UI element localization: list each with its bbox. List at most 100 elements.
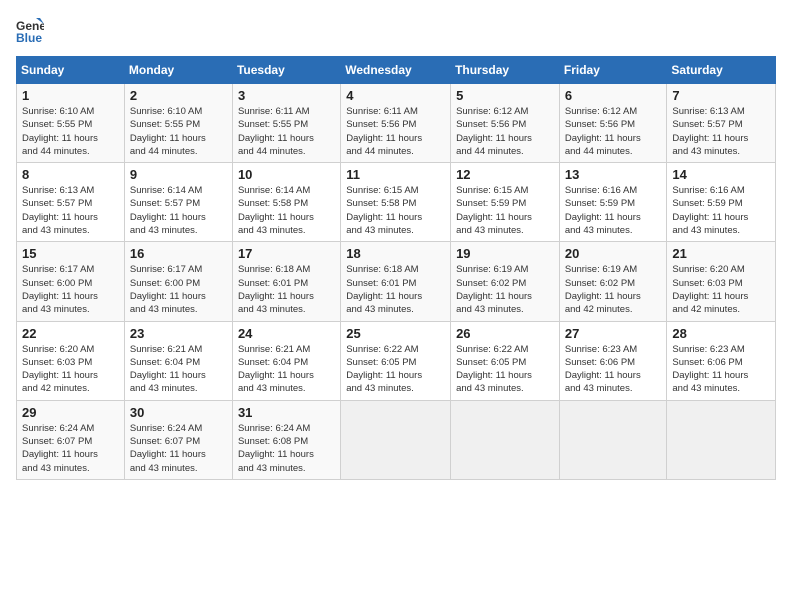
- day-number: 23: [130, 326, 227, 341]
- page-header: General Blue: [16, 16, 776, 44]
- calendar-cell: 20 Sunrise: 6:19 AM Sunset: 6:02 PM Dayli…: [559, 242, 667, 321]
- day-info: Sunrise: 6:15 AM Sunset: 5:58 PM Dayligh…: [346, 184, 445, 237]
- col-header-tuesday: Tuesday: [232, 57, 340, 84]
- col-header-wednesday: Wednesday: [341, 57, 451, 84]
- calendar-cell: 7 Sunrise: 6:13 AM Sunset: 5:57 PM Daylig…: [667, 84, 776, 163]
- day-info: Sunrise: 6:10 AM Sunset: 5:55 PM Dayligh…: [130, 105, 227, 158]
- calendar-cell: 30Sunrise: 6:24 AM Sunset: 6:07 PM Dayli…: [124, 400, 232, 479]
- day-info: Sunrise: 6:19 AM Sunset: 6:02 PM Dayligh…: [456, 263, 554, 316]
- day-info: Sunrise: 6:18 AM Sunset: 6:01 PM Dayligh…: [346, 263, 445, 316]
- day-info: Sunrise: 6:16 AM Sunset: 5:59 PM Dayligh…: [565, 184, 662, 237]
- day-number: 14: [672, 167, 770, 182]
- day-info: Sunrise: 6:19 AM Sunset: 6:02 PM Dayligh…: [565, 263, 662, 316]
- calendar-table: SundayMondayTuesdayWednesdayThursdayFrid…: [16, 56, 776, 480]
- calendar-week-3: 15 Sunrise: 6:17 AM Sunset: 6:00 PM Dayli…: [17, 242, 776, 321]
- logo-icon: General Blue: [16, 16, 44, 44]
- day-info: Sunrise: 6:16 AM Sunset: 5:59 PM Dayligh…: [672, 184, 770, 237]
- col-header-saturday: Saturday: [667, 57, 776, 84]
- day-number: 22: [22, 326, 119, 341]
- day-info: Sunrise: 6:18 AM Sunset: 6:01 PM Dayligh…: [238, 263, 335, 316]
- day-info: Sunrise: 6:12 AM Sunset: 5:56 PM Dayligh…: [456, 105, 554, 158]
- day-info: Sunrise: 6:22 AM Sunset: 6:05 PM Dayligh…: [456, 343, 554, 396]
- day-number: 4: [346, 88, 445, 103]
- day-number: 26: [456, 326, 554, 341]
- day-number: 7: [672, 88, 770, 103]
- calendar-cell: 8 Sunrise: 6:13 AM Sunset: 5:57 PM Daylig…: [17, 163, 125, 242]
- calendar-cell: 11 Sunrise: 6:15 AM Sunset: 5:58 PM Dayli…: [341, 163, 451, 242]
- calendar-cell: 2 Sunrise: 6:10 AM Sunset: 5:55 PM Daylig…: [124, 84, 232, 163]
- day-number: 31: [238, 405, 335, 420]
- day-info: Sunrise: 6:12 AM Sunset: 5:56 PM Dayligh…: [565, 105, 662, 158]
- calendar-cell: [559, 400, 667, 479]
- day-number: 27: [565, 326, 662, 341]
- day-info: Sunrise: 6:11 AM Sunset: 5:56 PM Dayligh…: [346, 105, 445, 158]
- day-number: 20: [565, 246, 662, 261]
- calendar-cell: 22 Sunrise: 6:20 AM Sunset: 6:03 PM Dayli…: [17, 321, 125, 400]
- day-number: 10: [238, 167, 335, 182]
- day-number: 12: [456, 167, 554, 182]
- calendar-cell: 10 Sunrise: 6:14 AM Sunset: 5:58 PM Dayli…: [232, 163, 340, 242]
- calendar-cell: 4 Sunrise: 6:11 AM Sunset: 5:56 PM Daylig…: [341, 84, 451, 163]
- day-number: 18: [346, 246, 445, 261]
- calendar-cell: 13 Sunrise: 6:16 AM Sunset: 5:59 PM Dayli…: [559, 163, 667, 242]
- logo: General Blue: [16, 16, 48, 44]
- calendar-cell: 9 Sunrise: 6:14 AM Sunset: 5:57 PM Daylig…: [124, 163, 232, 242]
- day-info: Sunrise: 6:11 AM Sunset: 5:55 PM Dayligh…: [238, 105, 335, 158]
- day-number: 9: [130, 167, 227, 182]
- calendar-cell: 25 Sunrise: 6:22 AM Sunset: 6:05 PM Dayli…: [341, 321, 451, 400]
- calendar-cell: 24Sunrise: 6:21 AM Sunset: 6:04 PM Dayli…: [232, 321, 340, 400]
- day-info: Sunrise: 6:13 AM Sunset: 5:57 PM Dayligh…: [672, 105, 770, 158]
- day-number: 29: [22, 405, 119, 420]
- calendar-cell: [451, 400, 560, 479]
- day-info: Sunrise: 6:20 AM Sunset: 6:03 PM Dayligh…: [22, 343, 119, 396]
- day-info: Sunrise: 6:22 AM Sunset: 6:05 PM Dayligh…: [346, 343, 445, 396]
- col-header-sunday: Sunday: [17, 57, 125, 84]
- day-number: 1: [22, 88, 119, 103]
- day-number: 25: [346, 326, 445, 341]
- col-header-thursday: Thursday: [451, 57, 560, 84]
- day-info: Sunrise: 6:21 AM Sunset: 6:04 PM Dayligh…: [130, 343, 227, 396]
- calendar-week-1: 1 Sunrise: 6:10 AM Sunset: 5:55 PM Daylig…: [17, 84, 776, 163]
- day-info: Sunrise: 6:17 AM Sunset: 6:00 PM Dayligh…: [130, 263, 227, 316]
- day-number: 11: [346, 167, 445, 182]
- day-number: 30: [130, 405, 227, 420]
- day-info: Sunrise: 6:24 AM Sunset: 6:07 PM Dayligh…: [22, 422, 119, 475]
- calendar-cell: 1 Sunrise: 6:10 AM Sunset: 5:55 PM Daylig…: [17, 84, 125, 163]
- calendar-cell: 3 Sunrise: 6:11 AM Sunset: 5:55 PM Daylig…: [232, 84, 340, 163]
- day-number: 2: [130, 88, 227, 103]
- day-info: Sunrise: 6:10 AM Sunset: 5:55 PM Dayligh…: [22, 105, 119, 158]
- day-info: Sunrise: 6:24 AM Sunset: 6:08 PM Dayligh…: [238, 422, 335, 475]
- calendar-cell: 19Sunrise: 6:19 AM Sunset: 6:02 PM Dayli…: [451, 242, 560, 321]
- calendar-cell: 23 Sunrise: 6:21 AM Sunset: 6:04 PM Dayli…: [124, 321, 232, 400]
- calendar-cell: 6 Sunrise: 6:12 AM Sunset: 5:56 PM Daylig…: [559, 84, 667, 163]
- col-header-monday: Monday: [124, 57, 232, 84]
- day-number: 6: [565, 88, 662, 103]
- calendar-week-5: 29 Sunrise: 6:24 AM Sunset: 6:07 PM Dayli…: [17, 400, 776, 479]
- calendar-cell: 16 Sunrise: 6:17 AM Sunset: 6:00 PM Dayli…: [124, 242, 232, 321]
- day-number: 8: [22, 167, 119, 182]
- day-info: Sunrise: 6:14 AM Sunset: 5:58 PM Dayligh…: [238, 184, 335, 237]
- day-info: Sunrise: 6:20 AM Sunset: 6:03 PM Dayligh…: [672, 263, 770, 316]
- calendar-cell: 15 Sunrise: 6:17 AM Sunset: 6:00 PM Dayli…: [17, 242, 125, 321]
- day-number: 16: [130, 246, 227, 261]
- calendar-week-2: 8 Sunrise: 6:13 AM Sunset: 5:57 PM Daylig…: [17, 163, 776, 242]
- day-number: 15: [22, 246, 119, 261]
- calendar-cell: 31 Sunrise: 6:24 AM Sunset: 6:08 PM Dayli…: [232, 400, 340, 479]
- calendar-cell: 27 Sunrise: 6:23 AM Sunset: 6:06 PM Dayli…: [559, 321, 667, 400]
- day-info: Sunrise: 6:17 AM Sunset: 6:00 PM Dayligh…: [22, 263, 119, 316]
- day-number: 24: [238, 326, 335, 341]
- calendar-week-4: 22 Sunrise: 6:20 AM Sunset: 6:03 PM Dayli…: [17, 321, 776, 400]
- day-info: Sunrise: 6:14 AM Sunset: 5:57 PM Dayligh…: [130, 184, 227, 237]
- day-info: Sunrise: 6:13 AM Sunset: 5:57 PM Dayligh…: [22, 184, 119, 237]
- day-number: 17: [238, 246, 335, 261]
- day-info: Sunrise: 6:15 AM Sunset: 5:59 PM Dayligh…: [456, 184, 554, 237]
- calendar-cell: 18 Sunrise: 6:18 AM Sunset: 6:01 PM Dayli…: [341, 242, 451, 321]
- calendar-cell: [667, 400, 776, 479]
- calendar-cell: 29 Sunrise: 6:24 AM Sunset: 6:07 PM Dayli…: [17, 400, 125, 479]
- day-number: 28: [672, 326, 770, 341]
- day-number: 3: [238, 88, 335, 103]
- day-number: 21: [672, 246, 770, 261]
- day-info: Sunrise: 6:23 AM Sunset: 6:06 PM Dayligh…: [565, 343, 662, 396]
- day-number: 13: [565, 167, 662, 182]
- calendar-cell: 12 Sunrise: 6:15 AM Sunset: 5:59 PM Dayli…: [451, 163, 560, 242]
